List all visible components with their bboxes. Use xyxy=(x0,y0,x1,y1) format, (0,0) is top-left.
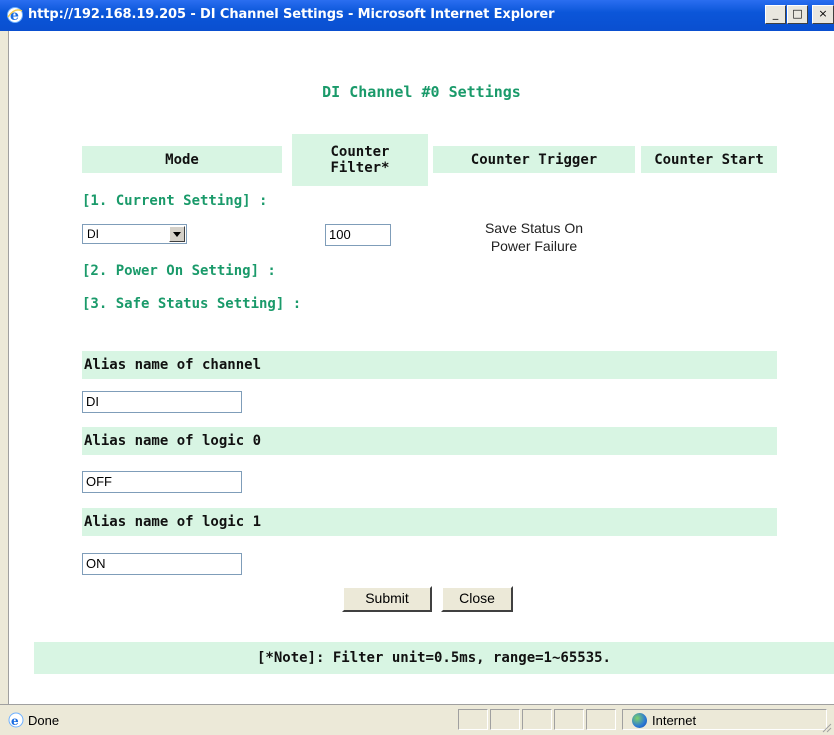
page-title: DI Channel #0 Settings xyxy=(322,83,521,101)
header-counter-start: Counter Start xyxy=(641,146,777,173)
current-setting-label: [1. Current Setting] : xyxy=(82,193,268,209)
header-counter-filter: Counter Filter* xyxy=(292,134,428,186)
status-text: Done xyxy=(28,713,60,728)
alias-logic1-label: Alias name of logic 1 xyxy=(82,508,777,536)
status-cell xyxy=(522,709,552,730)
status-cell xyxy=(458,709,488,730)
minimize-button[interactable]: _ xyxy=(765,5,786,24)
svg-text:e: e xyxy=(11,714,19,728)
submit-button[interactable]: Submit xyxy=(342,586,432,612)
alias-logic1-input[interactable]: ON xyxy=(82,553,242,575)
chevron-down-icon[interactable] xyxy=(169,226,185,242)
zone-text: Internet xyxy=(652,713,697,728)
window-title: http://192.168.19.205 - DI Channel Setti… xyxy=(28,7,555,22)
window-frame-left xyxy=(0,31,9,704)
close-button[interactable]: Close xyxy=(441,586,513,612)
window-titlebar: e http://192.168.19.205 - DI Channel Set… xyxy=(0,0,834,31)
globe-icon xyxy=(632,713,647,728)
header-mode: Mode xyxy=(82,146,282,173)
page-content: DI Channel #0 Settings Mode Counter Filt… xyxy=(9,31,834,704)
filter-note: [*Note]: Filter unit=0.5ms, range=1~6553… xyxy=(34,642,834,674)
maximize-button[interactable]: □ xyxy=(787,5,808,24)
internet-explorer-icon: e xyxy=(7,7,23,24)
close-icon: × xyxy=(818,7,828,20)
header-mode-label: Mode xyxy=(165,151,199,168)
minimize-icon: _ xyxy=(772,7,779,20)
alias-channel-label: Alias name of channel xyxy=(82,351,777,379)
alias-logic0-input[interactable]: OFF xyxy=(82,471,242,493)
close-window-button[interactable]: × xyxy=(812,5,834,24)
header-counter-filter-label: Counter Filter* xyxy=(330,144,390,176)
counter-filter-input[interactable]: 100 xyxy=(325,224,391,246)
header-counter-trigger: Counter Trigger xyxy=(433,146,635,173)
alias-channel-input[interactable]: DI xyxy=(82,391,242,413)
status-cell xyxy=(490,709,520,730)
status-cell xyxy=(586,709,616,730)
save-status-line1: Save Status On xyxy=(484,220,584,236)
mode-select[interactable]: DI xyxy=(82,224,187,244)
power-on-setting-label: [2. Power On Setting] : xyxy=(82,263,276,279)
resize-grip-icon[interactable] xyxy=(820,721,832,733)
mode-select-value: DI xyxy=(87,227,99,241)
save-status-line2: Power Failure xyxy=(490,238,578,254)
header-counter-trigger-label: Counter Trigger xyxy=(470,151,598,168)
page-done-icon: e xyxy=(8,712,24,728)
status-bar: e Done Internet xyxy=(0,704,834,735)
alias-logic0-label: Alias name of logic 0 xyxy=(82,427,777,455)
maximize-icon: □ xyxy=(792,7,803,20)
safe-status-setting-label: [3. Safe Status Setting] : xyxy=(82,296,302,312)
save-status-note: Save Status On Power Failure xyxy=(434,219,634,255)
status-cell xyxy=(554,709,584,730)
header-counter-start-label: Counter Start xyxy=(654,151,764,168)
